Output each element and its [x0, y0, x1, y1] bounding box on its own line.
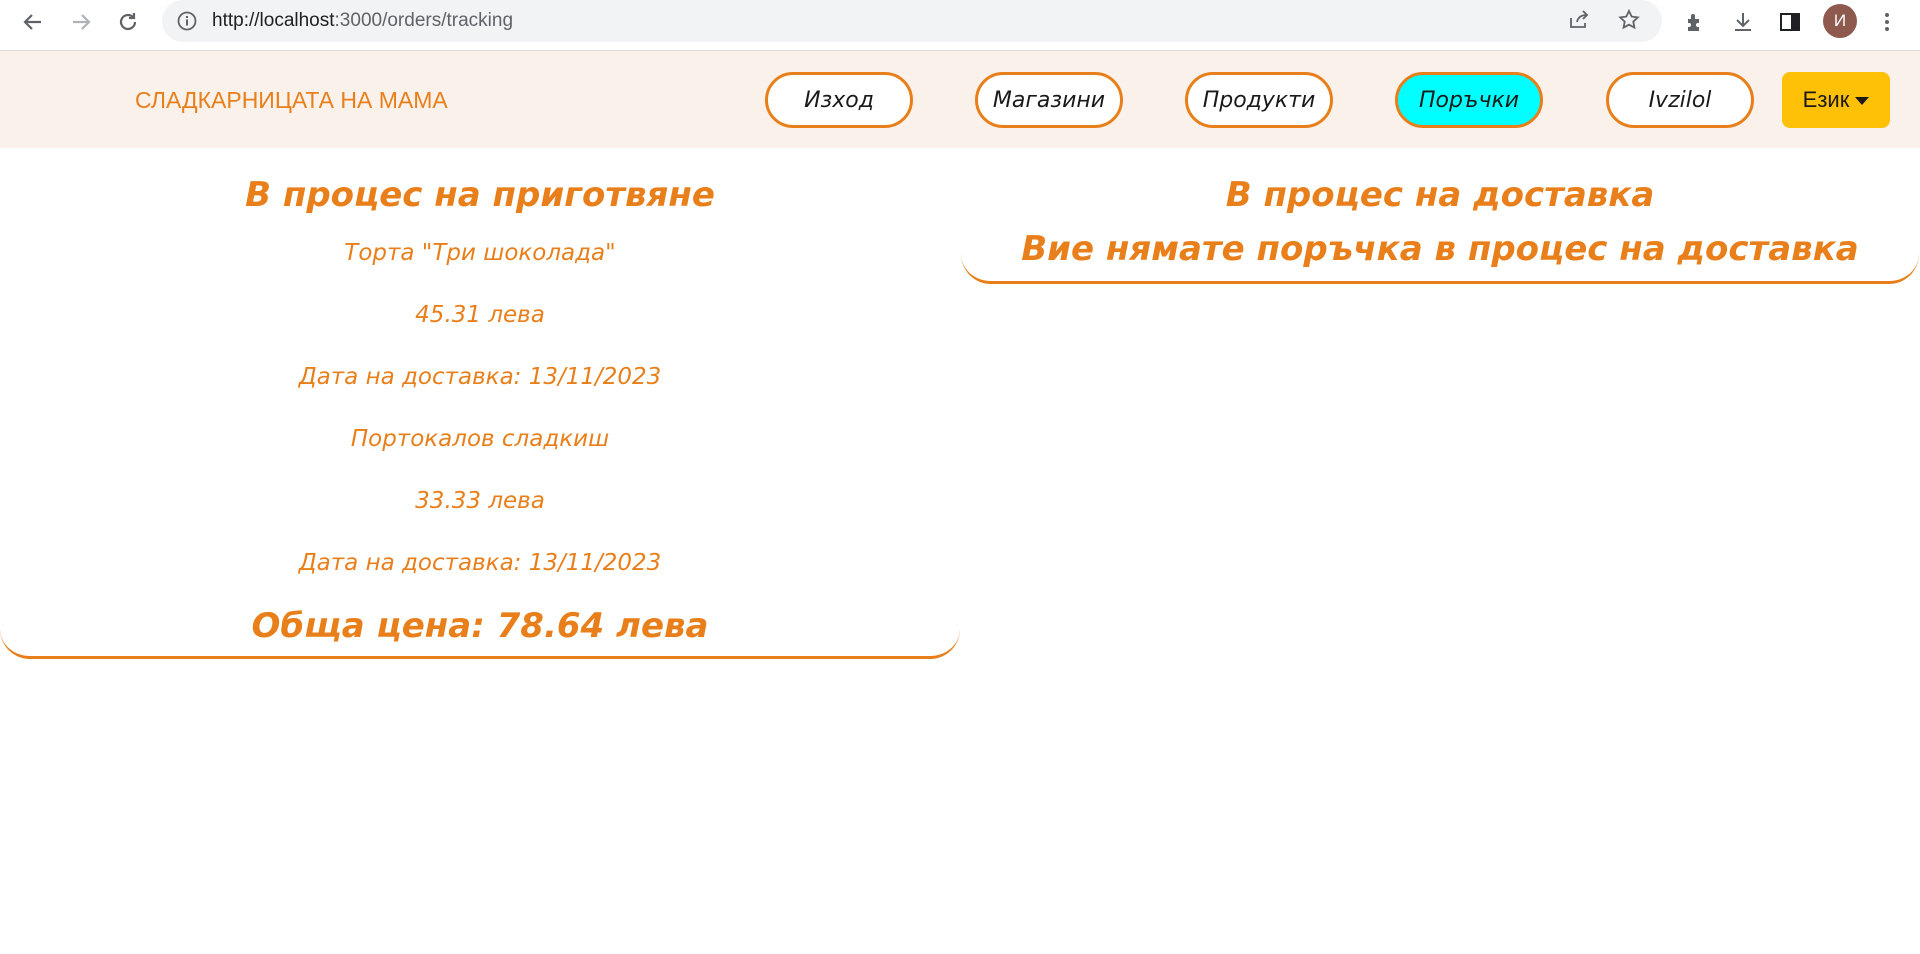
download-icon[interactable] — [1726, 5, 1760, 39]
url-text: http://localhost:3000/orders/tracking — [212, 10, 514, 31]
extensions-icon[interactable] — [1678, 5, 1712, 39]
order-price: 45.31 лева — [415, 302, 545, 328]
forward-icon[interactable] — [64, 5, 98, 39]
site-info-icon[interactable] — [176, 10, 198, 36]
share-icon[interactable] — [1567, 8, 1591, 36]
order-delivery-date: Дата на доставка: 13/11/2023 — [298, 364, 662, 390]
browser-toolbar: http://localhost:3000/orders/tracking И — [0, 0, 1920, 51]
back-icon[interactable] — [16, 5, 50, 39]
order-name: Портокалов сладкиш — [350, 426, 610, 452]
caret-down-icon — [1855, 97, 1870, 105]
order-price: 33.33 лева — [415, 488, 545, 514]
in-preparation-title: В процес на приготвяне — [245, 175, 715, 215]
in-delivery-title: В процес на доставка — [1225, 175, 1655, 215]
no-delivery-message: Вие нямате поръчка в процес на доставка — [1021, 229, 1859, 269]
order-item: Торта "Три шоколада" 45.31 лева Дата на … — [0, 222, 960, 408]
order-item: Портокалов сладкиш 33.33 лева Дата на до… — [0, 408, 960, 594]
nav-logout-button[interactable]: Изход — [765, 72, 913, 128]
reload-icon[interactable] — [111, 5, 145, 39]
nav-products-button[interactable]: Продукти — [1185, 72, 1333, 128]
nav-stores-button[interactable]: Магазини — [975, 72, 1123, 128]
total-price: Обща цена: 78.64 лева — [251, 606, 709, 646]
address-bar[interactable]: http://localhost:3000/orders/tracking — [162, 0, 1662, 42]
order-name: Торта "Три шоколада" — [344, 240, 616, 266]
site-navbar: СЛАДКАРНИЦАТА НА МАМА Изход Магазини Про… — [0, 51, 1920, 148]
in-preparation-panel: В процес на приготвяне Торта "Три шокола… — [0, 168, 960, 659]
language-dropdown[interactable]: Език — [1782, 72, 1890, 128]
nav-orders-button[interactable]: Поръчки — [1395, 72, 1543, 128]
nav-user-button[interactable]: Ivzilol — [1606, 72, 1754, 128]
side-panel-icon[interactable] — [1773, 5, 1807, 39]
language-label: Език — [1802, 87, 1850, 112]
bookmark-star-icon[interactable] — [1617, 8, 1641, 36]
in-delivery-panel: В процес на доставка Вие нямате поръчка … — [961, 168, 1919, 284]
profile-avatar[interactable]: И — [1823, 4, 1857, 38]
browser-menu-icon[interactable] — [1870, 5, 1904, 39]
order-delivery-date: Дата на доставка: 13/11/2023 — [298, 550, 662, 576]
brand-link[interactable]: СЛАДКАРНИЦАТА НА МАМА — [135, 87, 448, 114]
